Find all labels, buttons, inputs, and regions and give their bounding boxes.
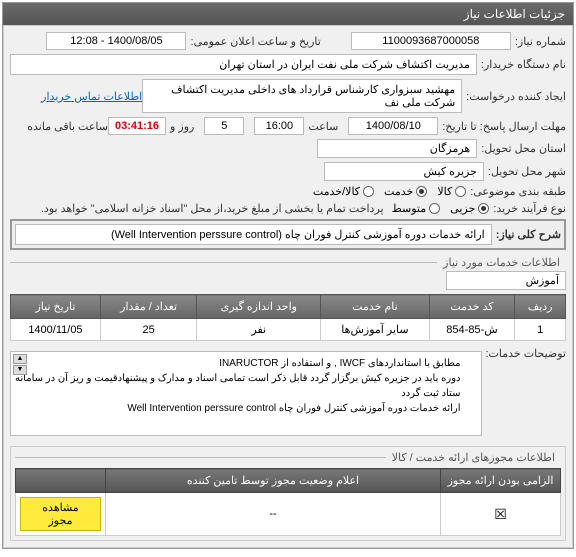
auth-section: اطلاعات مجوزهای ارائه خدمت / کالا الزامی… bbox=[10, 446, 566, 541]
auth-col-status: اعلام وضعیت مجوز توسط تامین کننده bbox=[106, 469, 441, 493]
radio-both[interactable] bbox=[363, 186, 374, 197]
radio-khadamat[interactable] bbox=[416, 186, 427, 197]
col-date: تاریخ نیاز bbox=[11, 295, 101, 319]
table-row[interactable]: 1 ش-85-854 سایر آموزش‌ها نفر 25 1400/11/… bbox=[11, 319, 566, 341]
days-label: روز و bbox=[170, 120, 194, 133]
col-code: کد خدمت bbox=[429, 295, 515, 319]
deadline-label: مهلت ارسال پاسخ: تا تاریخ: bbox=[442, 120, 566, 133]
col-name: نام خدمت bbox=[321, 295, 429, 319]
city-value: جزیره کیش bbox=[324, 162, 484, 181]
radio-kala[interactable] bbox=[455, 186, 466, 197]
radio-medium[interactable] bbox=[429, 203, 440, 214]
creator-label: ایجاد کننده درخواست: bbox=[466, 90, 566, 103]
service-tab[interactable]: آموزش bbox=[446, 271, 566, 290]
days-value: 5 bbox=[204, 117, 244, 135]
col-qty: تعداد / مقدار bbox=[100, 295, 196, 319]
countdown-timer: 03:41:16 bbox=[108, 117, 166, 135]
contact-link[interactable]: اطلاعات تماس خریدار bbox=[41, 90, 142, 103]
auth-status: -- bbox=[106, 493, 441, 536]
process-label: نوع فرآیند خرید: bbox=[493, 202, 566, 215]
announce-label: تاریخ و ساعت اعلان عمومی: bbox=[190, 35, 320, 48]
services-section-title: اطلاعات خدمات مورد نیاز bbox=[437, 256, 566, 269]
need-no-label: شماره نیاز: bbox=[515, 35, 566, 48]
main-form: شماره نیاز: 1100093687000058 تاریخ و ساع… bbox=[3, 25, 573, 548]
deadline-date: 1400/08/10 bbox=[348, 117, 438, 135]
province-value: هرمزگان bbox=[317, 139, 477, 158]
category-radios: کالا خدمت کالا/خدمت bbox=[313, 185, 466, 198]
services-table: ردیف کد خدمت نام خدمت واحد اندازه گیری ت… bbox=[10, 294, 566, 341]
desc-row: شرح کلی نیاز: ارائه خدمات دوره آموزشی کن… bbox=[10, 219, 566, 250]
need-no-value: 1100093687000058 bbox=[351, 32, 511, 50]
mandatory-check-icon: ☒ bbox=[494, 506, 507, 522]
auth-section-title: اطلاعات مجوزهای ارائه خدمت / کالا bbox=[386, 451, 561, 464]
notes-label: توضیحات خدمات: bbox=[486, 347, 567, 360]
category-label: طبقه بندی موضوعی: bbox=[470, 185, 566, 198]
buyer-value: مدیریت اکتشاف شرکت ملی نفت ایران در استا… bbox=[10, 54, 477, 75]
deadline-time: 16:00 bbox=[254, 117, 304, 135]
process-note: پرداخت تمام یا بخشی از مبلغ خرید،از محل … bbox=[41, 202, 384, 215]
buyer-label: نام دستگاه خریدار: bbox=[481, 58, 566, 71]
city-label: شهر محل تحویل: bbox=[488, 165, 566, 178]
scroll-up-icon[interactable]: ▲ bbox=[13, 354, 27, 364]
process-radios: جزیی متوسط bbox=[392, 202, 490, 215]
auth-row: ☒ -- مشاهده مجوز bbox=[16, 493, 561, 536]
auth-table: الزامی بودن ارائه مجوز اعلام وضعیت مجوز … bbox=[15, 468, 561, 536]
auth-col-action bbox=[16, 469, 106, 493]
auth-col-mandatory: الزامی بودن ارائه مجوز bbox=[441, 469, 561, 493]
view-license-button[interactable]: مشاهده مجوز bbox=[20, 497, 101, 531]
time-label-1: ساعت bbox=[308, 120, 338, 133]
countdown-label: ساعت باقی مانده bbox=[27, 120, 108, 133]
radio-minor[interactable] bbox=[478, 203, 489, 214]
announce-value: 1400/08/05 - 12:08 bbox=[46, 32, 186, 50]
desc-label: شرح کلی نیاز: bbox=[496, 228, 561, 241]
col-unit: واحد اندازه گیری bbox=[197, 295, 321, 319]
col-row: ردیف bbox=[515, 295, 566, 319]
scroll-down-icon[interactable]: ▼ bbox=[13, 365, 27, 375]
province-label: استان محل تحویل: bbox=[481, 142, 566, 155]
panel-title: جزئیات اطلاعات نیاز bbox=[464, 7, 565, 21]
panel-header: جزئیات اطلاعات نیاز bbox=[3, 3, 573, 25]
creator-value: مهشید سبزواری کارشناس قرارداد های داخلی … bbox=[142, 79, 462, 113]
desc-value: ارائه خدمات دوره آموزشی کنترل فوران چاه … bbox=[15, 224, 492, 245]
notes-value: مطابق با استانداردهای IWCF , و استفاده ا… bbox=[10, 351, 482, 436]
